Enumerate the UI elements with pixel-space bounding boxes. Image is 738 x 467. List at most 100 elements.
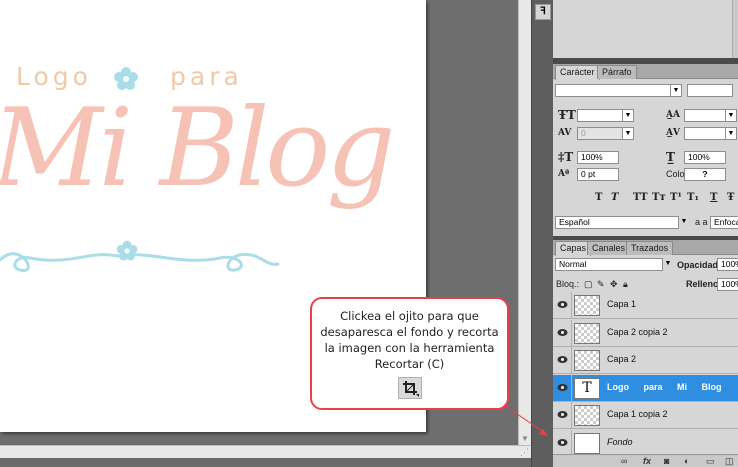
vertical-scale-field[interactable]: 100% [577, 151, 619, 164]
layer-name[interactable]: Capa 2 [607, 354, 636, 364]
visibility-eye-icon[interactable] [557, 383, 568, 392]
lock-transparency-icon[interactable]: ▢ [584, 278, 593, 290]
lock-image-icon[interactable]: ✎ [597, 278, 605, 290]
visibility-column-divider [571, 402, 572, 429]
small-caps-button[interactable]: Tт [652, 192, 666, 204]
color-swatch[interactable]: ? [684, 168, 726, 181]
status-bar [0, 458, 531, 467]
underline-button[interactable]: T [710, 192, 717, 204]
blend-mode-dropdown-arrow-icon[interactable]: ▼ [662, 258, 674, 271]
visibility-eye-icon[interactable] [557, 355, 568, 364]
blend-mode-select[interactable]: Normal [555, 258, 663, 271]
callout-text: Clickea el ojito para que desaparesca el… [320, 309, 499, 371]
kerning-field[interactable]: 0 [577, 127, 623, 140]
layer-thumbnail[interactable] [574, 322, 600, 344]
leading-dropdown-arrow-icon[interactable]: ▼ [725, 109, 737, 122]
visibility-eye-icon[interactable] [557, 300, 568, 309]
layer-thumbnail[interactable] [574, 432, 600, 454]
visibility-column-divider [571, 429, 572, 457]
folder-icon[interactable]: ▭ [706, 456, 715, 467]
visibility-eye-icon[interactable] [557, 410, 568, 419]
layer-row[interactable]: Capa 1 [553, 292, 738, 319]
fx-icon[interactable]: fx [643, 456, 651, 467]
vertical-scale-icon: ‡T [558, 150, 574, 164]
layer-name[interactable]: Capa 2 copia 2 [607, 327, 668, 337]
visibility-column-divider [571, 347, 572, 374]
tracking-field[interactable] [684, 127, 726, 140]
faux-italic-button[interactable]: T [611, 192, 618, 204]
superscript-button[interactable]: T¹ [670, 192, 682, 204]
kerning-dropdown-arrow-icon[interactable]: ▼ [622, 127, 634, 140]
history-panel-icon[interactable]: ꟻ [535, 4, 551, 20]
layer-thumbnail[interactable] [574, 295, 600, 316]
opacity-label: Opacidad: [677, 260, 722, 270]
visibility-column-divider [571, 319, 572, 347]
antialias-field[interactable]: Enfoca [710, 216, 738, 229]
layer-name[interactable]: Fondo [607, 437, 633, 447]
logo-text-mi-blog: Mi Blog [0, 86, 396, 211]
font-family-dropdown-arrow-icon[interactable]: ▼ [670, 84, 682, 97]
horizontal-scrollbar[interactable]: ⋰ [0, 445, 531, 458]
scroll-down-arrow-icon[interactable]: ▼ [519, 433, 531, 445]
lock-label: Bloq.: [556, 279, 580, 289]
character-panel-tabs: Carácter Párrafo [553, 64, 738, 80]
link-icon[interactable]: ∞ [621, 456, 627, 467]
layer-name[interactable]: Logo para Mi Blog [607, 382, 722, 392]
strikethrough-button[interactable]: Ŧ [727, 192, 734, 204]
swirl-ornament-icon [0, 252, 280, 272]
vertical-scrollbar[interactable]: ▼ [518, 0, 531, 445]
layer-row[interactable]: Fondo [553, 429, 738, 457]
layer-thumbnail[interactable] [574, 405, 600, 426]
visibility-column-divider [571, 374, 572, 402]
layer-thumbnail[interactable] [574, 350, 600, 371]
horizontal-scale-field[interactable]: 100% [684, 151, 726, 164]
text-layer-thumbnail[interactable]: T [574, 377, 600, 399]
antialias-icon: a a [695, 217, 708, 227]
layers-panel-toolbar: ∞ fx ◙ ◐ ▭ ◫ [553, 454, 738, 467]
layer-row[interactable]: T Logo para Mi Blog [553, 374, 738, 402]
font-size-icon: ŦT [558, 108, 576, 122]
top-panel [553, 0, 738, 58]
visibility-column-divider [571, 292, 572, 319]
layer-name[interactable]: Capa 1 copia 2 [607, 409, 668, 419]
fill-field[interactable]: 100% [717, 278, 738, 291]
language-field[interactable]: Español [555, 216, 679, 229]
layer-row[interactable]: Capa 1 copia 2 [553, 402, 738, 429]
visibility-eye-icon[interactable] [557, 438, 568, 447]
subscript-button[interactable]: T₁ [687, 192, 699, 204]
tab-capas[interactable]: Capas [555, 241, 592, 256]
font-size-field[interactable] [577, 109, 623, 122]
tracking-icon: A̲V [666, 128, 680, 138]
tab-canales[interactable]: Canales [587, 241, 631, 255]
tab-parrafo[interactable]: Párrafo [597, 65, 637, 79]
baseline-shift-field[interactable]: 0 pt [577, 168, 619, 181]
tab-caracter[interactable]: Carácter [555, 65, 600, 80]
font-size-dropdown-arrow-icon[interactable]: ▼ [622, 109, 634, 122]
tutorial-callout: Clickea el ojito para que desaparesca el… [310, 297, 509, 410]
language-dropdown-arrow-icon[interactable]: ▼ [678, 216, 690, 229]
right-panel-dock: Carácter Párrafo ▼ ŦT ▼ A̲A ▼ AV 0 ▼ A̲V… [553, 0, 738, 467]
collapsed-panel-strip: ꟻ [531, 0, 553, 467]
layer-name[interactable]: Capa 1 [607, 299, 636, 309]
all-caps-button[interactable]: TT [633, 192, 648, 204]
leading-icon: A̲A [666, 110, 680, 120]
leading-field[interactable] [684, 109, 726, 122]
tab-trazados[interactable]: Trazados [626, 241, 674, 255]
visibility-eye-icon[interactable] [557, 328, 568, 337]
resize-grip-icon[interactable]: ⋰ [519, 447, 530, 458]
font-style-field[interactable] [687, 84, 733, 97]
new-layer-icon[interactable]: ◫ [725, 456, 734, 467]
lock-all-icon[interactable]: 🔒︎ [623, 278, 628, 290]
crop-tool-icon [397, 377, 422, 399]
faux-bold-button[interactable]: T [595, 192, 602, 204]
layer-row[interactable]: Capa 2 [553, 347, 738, 374]
layer-row[interactable]: Capa 2 copia 2 [553, 319, 738, 347]
character-panel: Carácter Párrafo ▼ ŦT ▼ A̲A ▼ AV 0 ▼ A̲V… [553, 64, 738, 236]
top-panel-scrollbar[interactable] [732, 0, 738, 58]
mask-icon[interactable]: ◙ [664, 456, 669, 467]
font-family-field[interactable] [555, 84, 671, 97]
adjustment-icon[interactable]: ◐ [684, 456, 689, 467]
tracking-dropdown-arrow-icon[interactable]: ▼ [725, 127, 737, 140]
lock-position-icon[interactable]: ✥ [610, 278, 618, 290]
opacity-field[interactable]: 100% [717, 258, 738, 271]
